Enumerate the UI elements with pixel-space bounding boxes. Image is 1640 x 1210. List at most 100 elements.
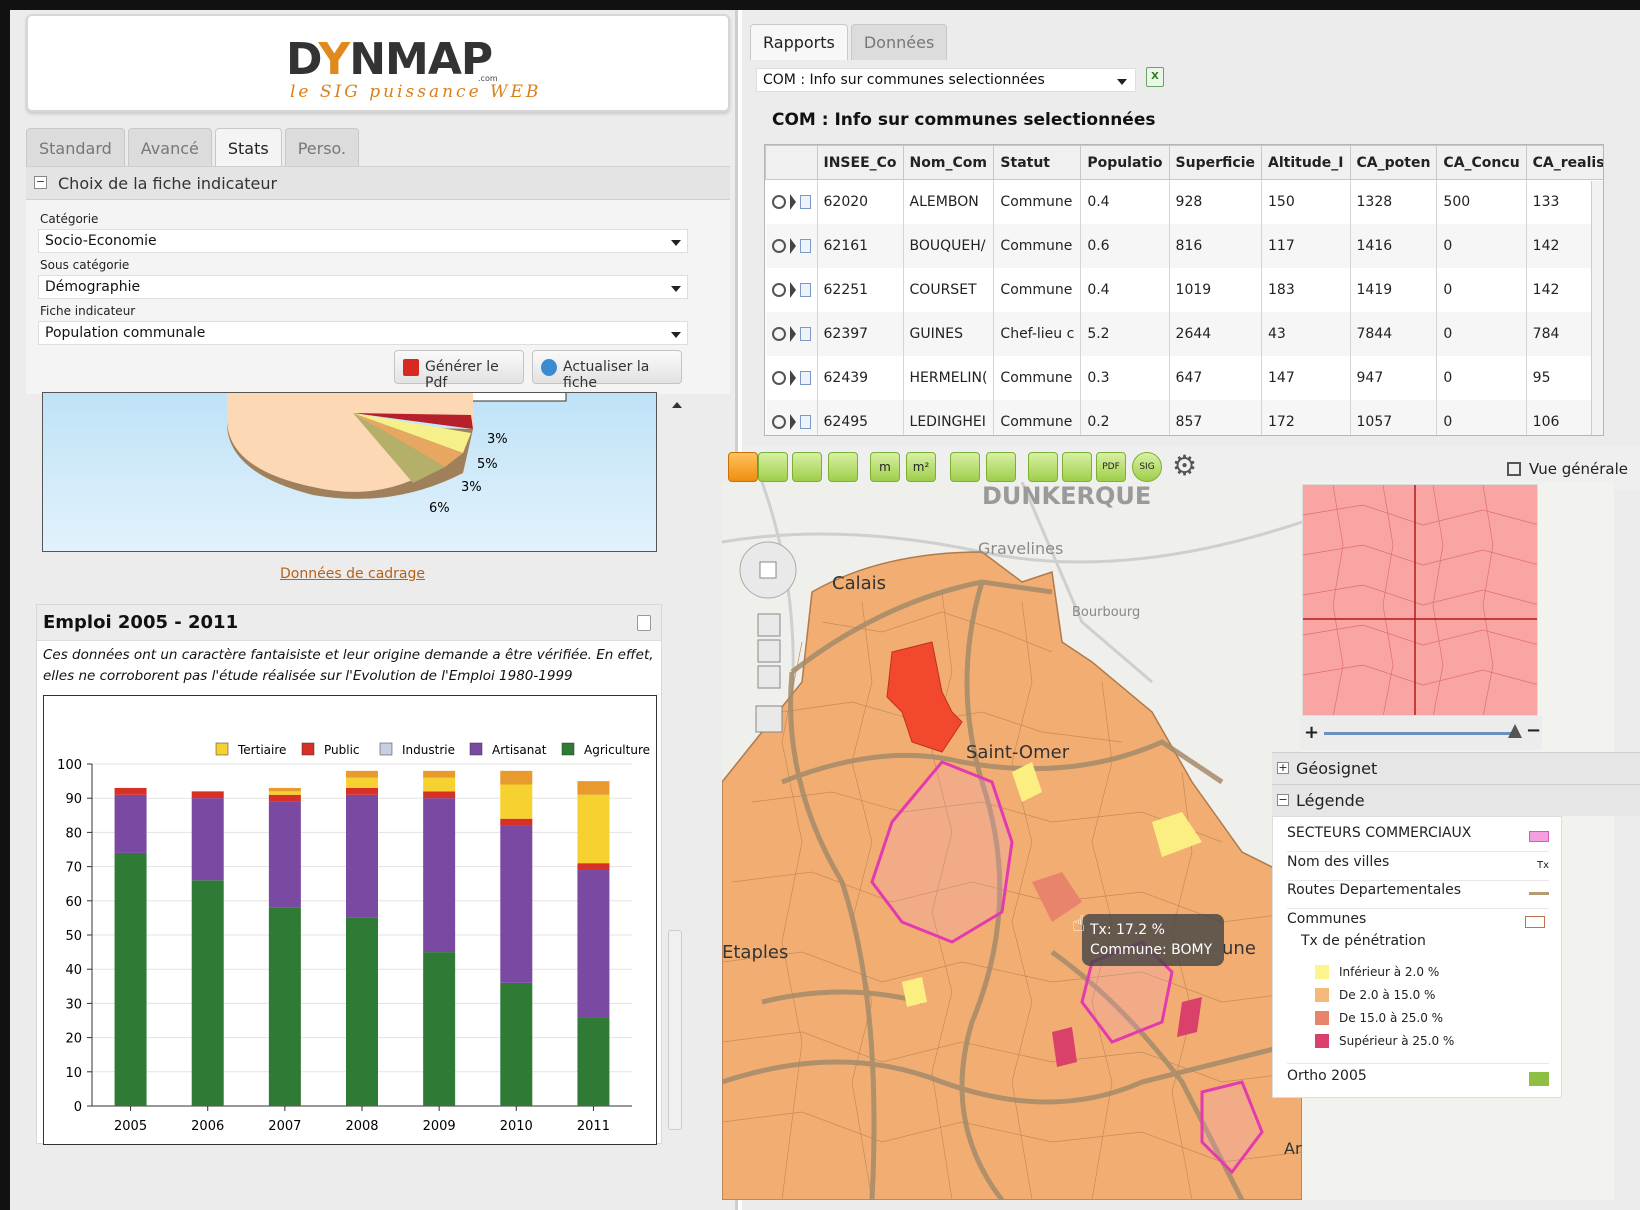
- tab-perso[interactable]: Perso.: [284, 128, 360, 166]
- measure-length-icon[interactable]: m: [870, 452, 900, 482]
- compass-tool-icon[interactable]: [792, 452, 822, 482]
- minus-icon[interactable]: −: [1526, 720, 1541, 741]
- record-sheet-icon[interactable]: [799, 194, 811, 209]
- table-tool-icon[interactable]: [828, 452, 858, 482]
- record-sheet-icon[interactable]: [799, 282, 811, 297]
- tab-rapports[interactable]: Rapports: [750, 24, 848, 60]
- pdf-export-icon[interactable]: PDF: [1096, 452, 1126, 482]
- legend-villes[interactable]: Nom des villes Tx: [1287, 854, 1549, 881]
- gear-icon[interactable]: ⚙: [1172, 452, 1202, 482]
- y-tick-label: 50: [65, 929, 82, 944]
- image-export-icon[interactable]: [1062, 452, 1092, 482]
- geosignet-label: Géosignet: [1296, 759, 1378, 778]
- collapse-icon[interactable]: −: [34, 176, 47, 189]
- collapse-icon[interactable]: −: [1277, 794, 1289, 806]
- clear-tool-icon[interactable]: [1028, 452, 1058, 482]
- tab-avance[interactable]: Avancé: [127, 128, 212, 166]
- col-superficie[interactable]: Superficie: [1168, 145, 1263, 180]
- categorie-select[interactable]: Socio-Economie: [38, 229, 688, 253]
- select-tool-icon[interactable]: [758, 452, 788, 482]
- select-row-icon[interactable]: [789, 281, 796, 298]
- col-population[interactable]: Populatio: [1080, 145, 1170, 180]
- table-row[interactable]: 62397 GUINES Chef-lieu c 5.2 2644 43 7844 0 784: [765, 311, 1603, 356]
- table-cell: GUINES: [903, 311, 995, 356]
- refresh-fiche-button[interactable]: Actualiser la fiche: [532, 350, 682, 391]
- zoom-box-icon[interactable]: [757, 639, 781, 663]
- stats-scrollbar[interactable]: [668, 392, 686, 602]
- col-statut[interactable]: Statut: [993, 145, 1082, 180]
- zoom-to-icon[interactable]: [771, 370, 786, 385]
- overview-map[interactable]: [1302, 484, 1538, 716]
- zoom-in-icon[interactable]: [757, 613, 781, 637]
- excel-export-icon[interactable]: X: [1146, 67, 1164, 87]
- col-altitude[interactable]: Altitude_I: [1261, 145, 1351, 180]
- slider-handle-icon[interactable]: [1508, 724, 1522, 738]
- table-row[interactable]: 62495 LEDINGHEI Commune 0.2 857 172 1057 0 106: [765, 399, 1603, 435]
- table-row[interactable]: 62439 HERMELIN(Commune 0.3 647 147 947 0 95: [765, 355, 1603, 400]
- info-tool-icon[interactable]: [728, 452, 758, 482]
- legend-communes[interactable]: Communes: [1287, 911, 1366, 927]
- legend-routes[interactable]: Routes Departementales: [1287, 882, 1549, 909]
- rapport-select[interactable]: COM : Info sur communes selectionnées: [756, 68, 1136, 92]
- tab-stats[interactable]: Stats: [214, 128, 282, 166]
- zoom-to-icon[interactable]: [771, 194, 786, 209]
- legende-label: Légende: [1296, 791, 1365, 810]
- tab-standard[interactable]: Standard: [26, 128, 125, 166]
- emploi-title-text: Emploi 2005 - 2011: [43, 612, 239, 633]
- legend-ortho[interactable]: Ortho 2005: [1287, 1063, 1549, 1090]
- zoom-to-icon[interactable]: [771, 282, 786, 297]
- geosignet-section[interactable]: + Géosignet: [1272, 752, 1640, 784]
- table-cell: 62251: [817, 267, 904, 312]
- scroll-up-icon[interactable]: [672, 402, 682, 408]
- measure-area-icon[interactable]: m²: [906, 452, 936, 482]
- select-row-icon[interactable]: [789, 369, 796, 386]
- table-row[interactable]: 62020 ALEMBON Commune 0.4 928 150 1328 500 133: [765, 179, 1603, 224]
- table-row[interactable]: 62251 COURSET Commune 0.4 1019 183 1419 0 142: [765, 267, 1603, 312]
- slider-track[interactable]: [1324, 732, 1514, 735]
- col-ca-concurrence[interactable]: CA_Concu: [1436, 145, 1527, 180]
- zoom-to-icon[interactable]: [771, 414, 786, 429]
- col-insee[interactable]: INSEE_Co: [816, 145, 904, 180]
- col-nom[interactable]: Nom_Com: [902, 145, 995, 180]
- record-sheet-icon[interactable]: [799, 414, 811, 429]
- x-tick-label: 2010: [500, 1119, 533, 1134]
- overview-zoom-slider[interactable]: + −: [1300, 716, 1542, 750]
- vue-generale-button[interactable]: Vue générale: [1507, 460, 1628, 478]
- sous-categorie-select[interactable]: Démographie: [38, 275, 688, 299]
- draw-tool-icon[interactable]: [950, 452, 980, 482]
- legend-secteurs[interactable]: SECTEURS COMMERCIAUX: [1287, 825, 1549, 852]
- zoom-to-icon[interactable]: [771, 238, 786, 253]
- col-ca-potentiel[interactable]: CA_poten: [1349, 145, 1438, 180]
- zoom-to-icon[interactable]: [771, 326, 786, 341]
- x-tick-label: 2009: [423, 1119, 456, 1134]
- plus-icon[interactable]: +: [1304, 722, 1319, 743]
- section-choix-fiche[interactable]: − Choix de la fiche indicateur: [26, 166, 730, 200]
- fiche-select[interactable]: Population communale: [38, 321, 688, 345]
- expand-icon[interactable]: +: [1277, 762, 1289, 774]
- legende-section[interactable]: − Légende: [1272, 784, 1640, 816]
- donnees-cadrage-link[interactable]: Données de cadrage: [280, 566, 425, 582]
- fullscreen-icon[interactable]: [755, 705, 783, 733]
- select-row-icon[interactable]: [789, 325, 796, 342]
- tab-donnees[interactable]: Données: [850, 24, 948, 60]
- zoom-out-icon[interactable]: [757, 665, 781, 689]
- export-icon[interactable]: [637, 615, 651, 631]
- select-row-icon[interactable]: [789, 413, 796, 430]
- edit-tool-icon[interactable]: [986, 452, 1016, 482]
- record-sheet-icon[interactable]: [799, 238, 811, 253]
- select-row-icon[interactable]: [789, 237, 796, 254]
- center-icon[interactable]: [759, 561, 777, 579]
- emploi-scrollbar[interactable]: [668, 930, 682, 1130]
- select-row-icon[interactable]: [789, 193, 796, 210]
- table-row[interactable]: 62161 BOUQUEH/Commune 0.6 816 117 1416 0 142: [765, 223, 1603, 268]
- record-sheet-icon[interactable]: [799, 326, 811, 341]
- table-cell: HERMELIN(: [903, 355, 995, 400]
- generate-pdf-button[interactable]: Générer le Pdf: [394, 350, 524, 391]
- record-sheet-icon[interactable]: [799, 370, 811, 385]
- table-cell: Commune: [993, 355, 1082, 400]
- col-ca-realise[interactable]: CA_realise: [1525, 145, 1603, 180]
- secteurs-swatch: [1529, 831, 1549, 842]
- categorie-label: Catégorie: [40, 212, 99, 226]
- sig-icon[interactable]: SIG: [1132, 452, 1162, 482]
- table-scrollbar[interactable]: [1591, 181, 1603, 435]
